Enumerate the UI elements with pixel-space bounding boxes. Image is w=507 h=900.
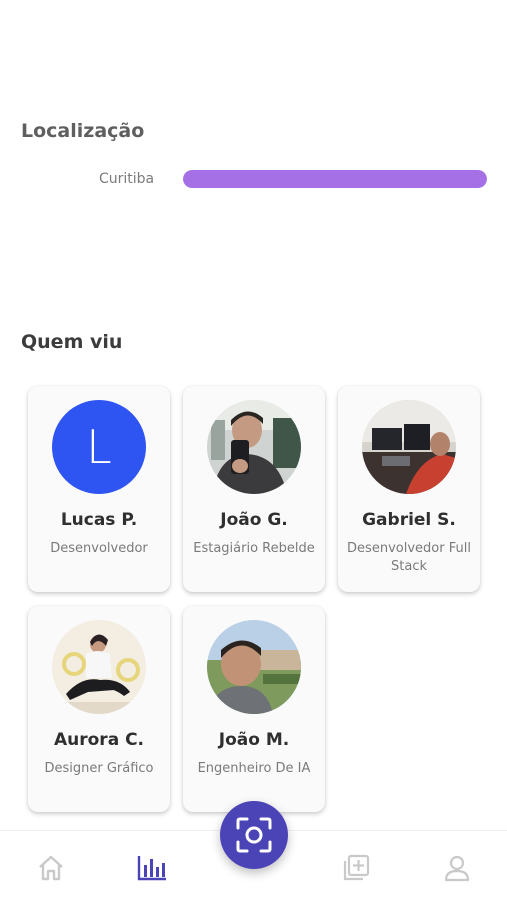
avatar-photo xyxy=(207,620,301,714)
photo-man-garden xyxy=(207,620,301,714)
viewer-card[interactable]: Gabriel S. Desenvolvedor Full Stack xyxy=(338,386,480,592)
viewer-name: Aurora C. xyxy=(53,730,145,750)
profile-icon xyxy=(444,855,470,882)
viewer-role: Estagiário Rebelde xyxy=(193,541,315,556)
location-bar xyxy=(183,170,487,188)
location-bar-fill xyxy=(183,170,487,188)
viewer-card[interactable]: Aurora C. Designer Gráfico xyxy=(28,606,170,812)
scan-icon xyxy=(236,817,272,853)
avatar-letter: L xyxy=(52,400,146,494)
viewer-card[interactable]: João G. Estagiário Rebelde xyxy=(183,386,325,592)
location-row: Curitiba xyxy=(0,168,507,192)
location-title: Localização xyxy=(21,120,145,142)
viewers-title: Quem viu xyxy=(21,331,123,353)
photo-man-selfie xyxy=(207,400,301,494)
avatar-photo xyxy=(362,400,456,494)
photo-desk-setup xyxy=(362,400,456,494)
nav-stats[interactable] xyxy=(135,851,169,885)
add-post-icon xyxy=(343,854,370,881)
viewer-name: João M. xyxy=(218,730,290,750)
nav-add-post[interactable] xyxy=(339,851,373,885)
home-icon xyxy=(39,855,63,881)
viewer-role: Desenvolvedor xyxy=(50,541,148,556)
viewer-name: Gabriel S. xyxy=(362,510,456,530)
photo-woman-sitting xyxy=(52,620,146,714)
viewer-name: João G. xyxy=(220,510,288,530)
location-label: Curitiba xyxy=(99,171,155,187)
viewer-role: Desenvolvedor Full Stack xyxy=(347,541,471,574)
scan-button[interactable] xyxy=(220,801,288,869)
avatar-photo xyxy=(207,400,301,494)
nav-profile[interactable] xyxy=(440,851,474,885)
viewer-name: Lucas P. xyxy=(60,510,138,530)
bar-chart-icon xyxy=(137,856,166,881)
viewer-card[interactable]: João M. Engenheiro De IA xyxy=(183,606,325,812)
avatar-photo xyxy=(52,620,146,714)
viewer-card[interactable]: L Lucas P. Desenvolvedor xyxy=(28,386,170,592)
avatar: L xyxy=(52,400,146,494)
viewer-role: Designer Gráfico xyxy=(44,761,154,776)
viewer-role: Engenheiro De IA xyxy=(197,761,311,776)
nav-home[interactable] xyxy=(34,851,68,885)
